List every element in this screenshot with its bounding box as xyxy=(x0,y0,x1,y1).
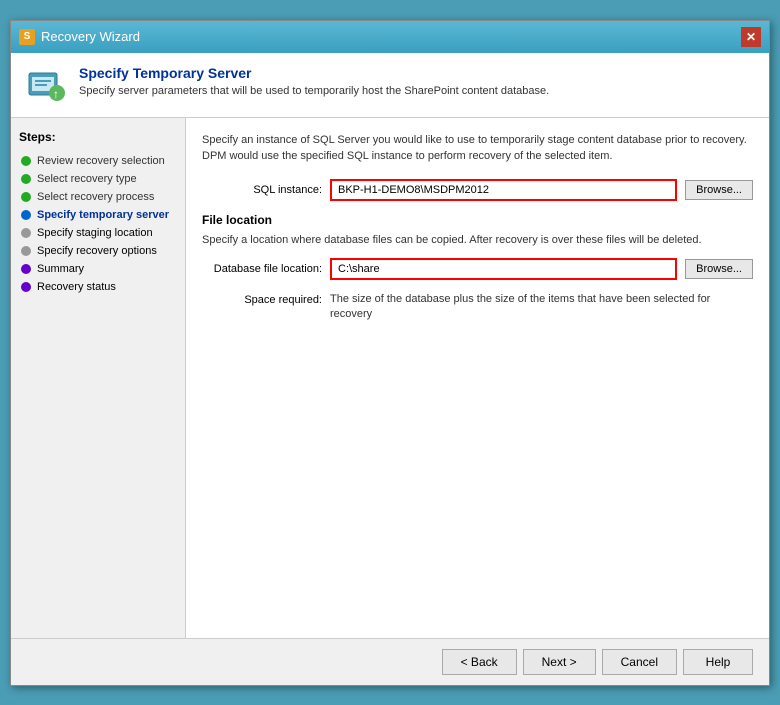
sidebar-item-review[interactable]: Review recovery selection xyxy=(19,152,177,170)
title-bar-left: S Recovery Wizard xyxy=(19,29,140,45)
page-title: Specify Temporary Server xyxy=(79,65,549,81)
db-file-label: Database file location: xyxy=(202,263,322,275)
main-content: Steps: Review recovery selection Select … xyxy=(11,118,769,638)
sidebar-label-recovery-type: Select recovery type xyxy=(37,173,137,185)
sql-instance-label: SQL instance: xyxy=(202,184,322,196)
sql-instance-row: SQL instance: Browse... xyxy=(202,179,753,201)
footer: < Back Next > Cancel Help xyxy=(11,638,769,685)
header-area: ↑ Specify Temporary Server Specify serve… xyxy=(11,53,769,118)
page-description: Specify server parameters that will be u… xyxy=(79,85,549,97)
cancel-button[interactable]: Cancel xyxy=(602,649,677,675)
sidebar-label-recovery-status: Recovery status xyxy=(37,281,116,293)
dot-recovery-type xyxy=(21,174,31,184)
content-area: Specify an instance of SQL Server you wo… xyxy=(186,118,769,638)
dot-staging xyxy=(21,228,31,238)
recovery-wizard-window: S Recovery Wizard ✕ ↑ Specify Temporary … xyxy=(10,20,770,686)
sidebar-label-review: Review recovery selection xyxy=(37,155,165,167)
file-location-desc: Specify a location where database files … xyxy=(202,233,753,248)
sidebar-label-temp-server: Specify temporary server xyxy=(37,209,169,221)
sidebar-item-recovery-status[interactable]: Recovery status xyxy=(19,278,177,296)
sidebar-item-staging[interactable]: Specify staging location xyxy=(19,224,177,242)
sidebar-item-recovery-options[interactable]: Specify recovery options xyxy=(19,242,177,260)
sidebar-label-summary: Summary xyxy=(37,263,84,275)
dot-recovery-status xyxy=(21,282,31,292)
browse-sql-button[interactable]: Browse... xyxy=(685,180,753,200)
sidebar-item-temp-server[interactable]: Specify temporary server xyxy=(19,206,177,224)
file-location-section: File location Specify a location where d… xyxy=(202,213,753,323)
sidebar-label-recovery-options: Specify recovery options xyxy=(37,245,157,257)
dot-summary xyxy=(21,264,31,274)
browse-db-button[interactable]: Browse... xyxy=(685,259,753,279)
app-icon: S xyxy=(19,29,35,45)
header-icon: ↑ xyxy=(27,65,67,105)
sidebar-item-recovery-type[interactable]: Select recovery type xyxy=(19,170,177,188)
dot-review xyxy=(21,156,31,166)
db-file-input[interactable] xyxy=(330,258,677,280)
sidebar-label-recovery-process: Select recovery process xyxy=(37,191,154,203)
title-bar: S Recovery Wizard ✕ xyxy=(11,21,769,53)
space-value: The size of the database plus the size o… xyxy=(330,292,753,323)
content-description: Specify an instance of SQL Server you wo… xyxy=(202,132,753,165)
file-location-title: File location xyxy=(202,213,753,227)
dot-recovery-options xyxy=(21,246,31,256)
close-button[interactable]: ✕ xyxy=(741,27,761,47)
sql-instance-input[interactable] xyxy=(330,179,677,201)
next-button[interactable]: Next > xyxy=(523,649,596,675)
sidebar-item-recovery-process[interactable]: Select recovery process xyxy=(19,188,177,206)
sidebar: Steps: Review recovery selection Select … xyxy=(11,118,186,638)
dot-recovery-process xyxy=(21,192,31,202)
db-file-row: Database file location: Browse... xyxy=(202,258,753,280)
sidebar-title: Steps: xyxy=(19,130,177,144)
svg-text:↑: ↑ xyxy=(53,87,59,101)
space-required-row: Space required: The size of the database… xyxy=(202,292,753,323)
sidebar-item-summary[interactable]: Summary xyxy=(19,260,177,278)
window-title: Recovery Wizard xyxy=(41,29,140,44)
sidebar-label-staging: Specify staging location xyxy=(37,227,153,239)
header-text: Specify Temporary Server Specify server … xyxy=(79,65,549,97)
help-button[interactable]: Help xyxy=(683,649,753,675)
back-button[interactable]: < Back xyxy=(442,649,517,675)
space-label: Space required: xyxy=(202,292,322,306)
dot-temp-server xyxy=(21,210,31,220)
